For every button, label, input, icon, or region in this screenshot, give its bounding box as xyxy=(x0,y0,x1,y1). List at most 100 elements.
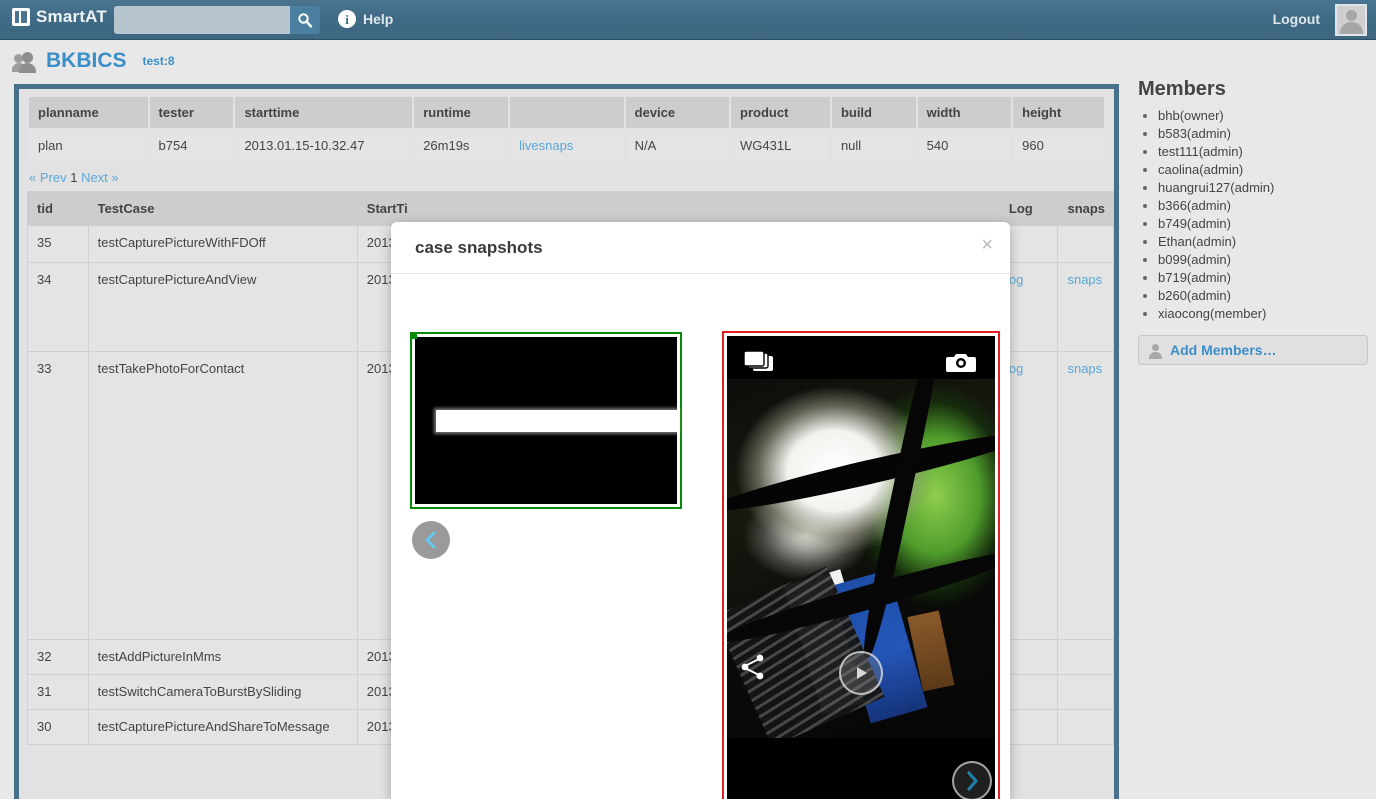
people-icon xyxy=(12,52,36,73)
brand-logo[interactable]: SmartAT xyxy=(12,7,107,27)
chevron-right-icon xyxy=(967,771,978,791)
close-icon[interactable]: × xyxy=(981,235,993,255)
modal-title: case snapshots xyxy=(415,237,543,257)
page-title[interactable]: BKBICS xyxy=(46,49,127,73)
col-tid: tid xyxy=(27,191,89,226)
help-label: Help xyxy=(363,11,394,27)
col-livesnaps xyxy=(510,97,624,128)
prev-snapshot-button[interactable] xyxy=(412,521,450,559)
cell-runtime: 26m19s xyxy=(414,130,509,161)
pager-prev[interactable]: « Prev xyxy=(29,170,67,185)
cell-snaps[interactable]: snaps xyxy=(1057,262,1114,352)
list-item: b719(admin) xyxy=(1158,269,1370,287)
search-button[interactable] xyxy=(290,6,320,34)
modal-header: case snapshots × xyxy=(391,222,1010,274)
col-product: product xyxy=(731,97,830,128)
members-title: Members xyxy=(1138,78,1226,100)
col-blank-2 xyxy=(650,191,706,226)
user-icon xyxy=(1149,343,1162,359)
list-item: Ethan(admin) xyxy=(1158,233,1370,251)
livesnaps-link[interactable]: livesnaps xyxy=(519,138,573,153)
list-item: caolina(admin) xyxy=(1158,161,1370,179)
smartat-logo-icon xyxy=(12,8,30,26)
add-members-button[interactable]: Add Members… xyxy=(1138,335,1368,365)
list-item: b749(admin) xyxy=(1158,215,1370,233)
play-icon xyxy=(857,666,867,679)
add-members-label: Add Members… xyxy=(1170,342,1277,358)
cell-width: 540 xyxy=(917,130,1012,161)
col-width: width xyxy=(917,97,1012,128)
list-item: xiaocong(member) xyxy=(1158,305,1370,323)
cell-testcase: testTakePhotoForContact xyxy=(87,351,358,640)
col-device: device xyxy=(625,97,730,128)
run-summary-table: planname tester starttime runtime device… xyxy=(27,95,1106,163)
cell-testcase: testCapturePictureAndView xyxy=(87,262,358,352)
cell-testcase: testSwitchCameraToBurstBySliding xyxy=(87,674,358,710)
cell-snaps[interactable] xyxy=(1057,709,1114,745)
list-item: b583(admin) xyxy=(1158,125,1370,143)
col-tester: tester xyxy=(149,97,234,128)
top-navbar: SmartAT i Help Logout xyxy=(0,0,1376,40)
list-item: huangrui127(admin) xyxy=(1158,179,1370,197)
cell-tid: 32 xyxy=(27,639,89,675)
snaps-link[interactable]: snaps xyxy=(1067,361,1102,376)
cell-tester: b754 xyxy=(149,130,234,161)
list-item: bhb(owner) xyxy=(1158,107,1370,125)
white-bar-region xyxy=(435,410,677,433)
snaps-link[interactable]: snaps xyxy=(1067,272,1102,287)
cell-planname: plan xyxy=(29,130,148,161)
page-title-bar: BKBICS test:8 xyxy=(0,41,1376,81)
cell-snaps[interactable]: snaps xyxy=(1057,351,1114,640)
col-starttime: starttime xyxy=(235,97,413,128)
search-input[interactable] xyxy=(114,6,290,34)
selection-corner-marker xyxy=(412,334,417,339)
cell-height: 960 xyxy=(1013,130,1104,161)
cell-tid: 35 xyxy=(27,225,89,263)
cell-starttime: 2013.01.15-10.32.47 xyxy=(235,130,413,161)
next-snapshot-button[interactable] xyxy=(952,761,992,799)
camera-icon[interactable] xyxy=(946,350,977,374)
gallery-icon[interactable] xyxy=(743,350,777,376)
cell-snaps[interactable] xyxy=(1057,674,1114,710)
cell-testcase: testAddPictureInMms xyxy=(87,639,358,675)
avatar-head-icon xyxy=(1346,10,1357,21)
cell-livesnaps[interactable]: livesnaps xyxy=(510,130,624,161)
page-subtitle[interactable]: test:8 xyxy=(143,54,175,68)
members-panel: Members bhb(owner) b583(admin) test111(a… xyxy=(1138,78,1370,365)
help-link[interactable]: i Help xyxy=(338,10,393,28)
play-button[interactable] xyxy=(839,650,883,695)
share-icon[interactable] xyxy=(740,654,766,680)
snapshot-camera-viewfinder[interactable] xyxy=(722,331,1000,799)
pager-current: 1 xyxy=(70,170,78,185)
col-testcase: TestCase xyxy=(87,191,358,226)
cell-product: WG431L xyxy=(731,130,830,161)
col-starttime: StartTi xyxy=(356,191,507,226)
log-link[interactable]: og xyxy=(1009,272,1023,287)
log-link[interactable]: og xyxy=(1009,361,1023,376)
pager-next[interactable]: Next » xyxy=(81,170,119,185)
cell-snaps[interactable] xyxy=(1057,639,1114,675)
avatar-body-icon xyxy=(1340,22,1363,34)
cell-tid: 33 xyxy=(27,351,89,640)
col-planname: planname xyxy=(29,97,148,128)
search-box[interactable] xyxy=(114,6,320,34)
cell-testcase: testCapturePictureAndShareToMessage xyxy=(87,709,358,745)
search-icon xyxy=(298,13,313,28)
snapshot-landscape-black[interactable] xyxy=(410,332,682,509)
avatar[interactable] xyxy=(1335,4,1367,36)
col-height: height xyxy=(1013,97,1104,128)
col-runtime: runtime xyxy=(414,97,509,128)
cell-snaps[interactable] xyxy=(1057,225,1114,263)
pagination: « Prev 1 Next » xyxy=(27,163,1106,191)
col-blank-1 xyxy=(505,191,652,226)
case-snapshots-modal: case snapshots × xyxy=(391,222,1010,799)
modal-body xyxy=(391,274,1010,799)
list-item: b099(admin) xyxy=(1158,251,1370,269)
list-item: b260(admin) xyxy=(1158,287,1370,305)
chevron-left-icon xyxy=(425,531,436,549)
info-icon: i xyxy=(338,10,356,28)
logout-link[interactable]: Logout xyxy=(1273,11,1320,27)
cell-device: N/A xyxy=(625,130,730,161)
list-item: b366(admin) xyxy=(1158,197,1370,215)
col-build: build xyxy=(831,97,916,128)
